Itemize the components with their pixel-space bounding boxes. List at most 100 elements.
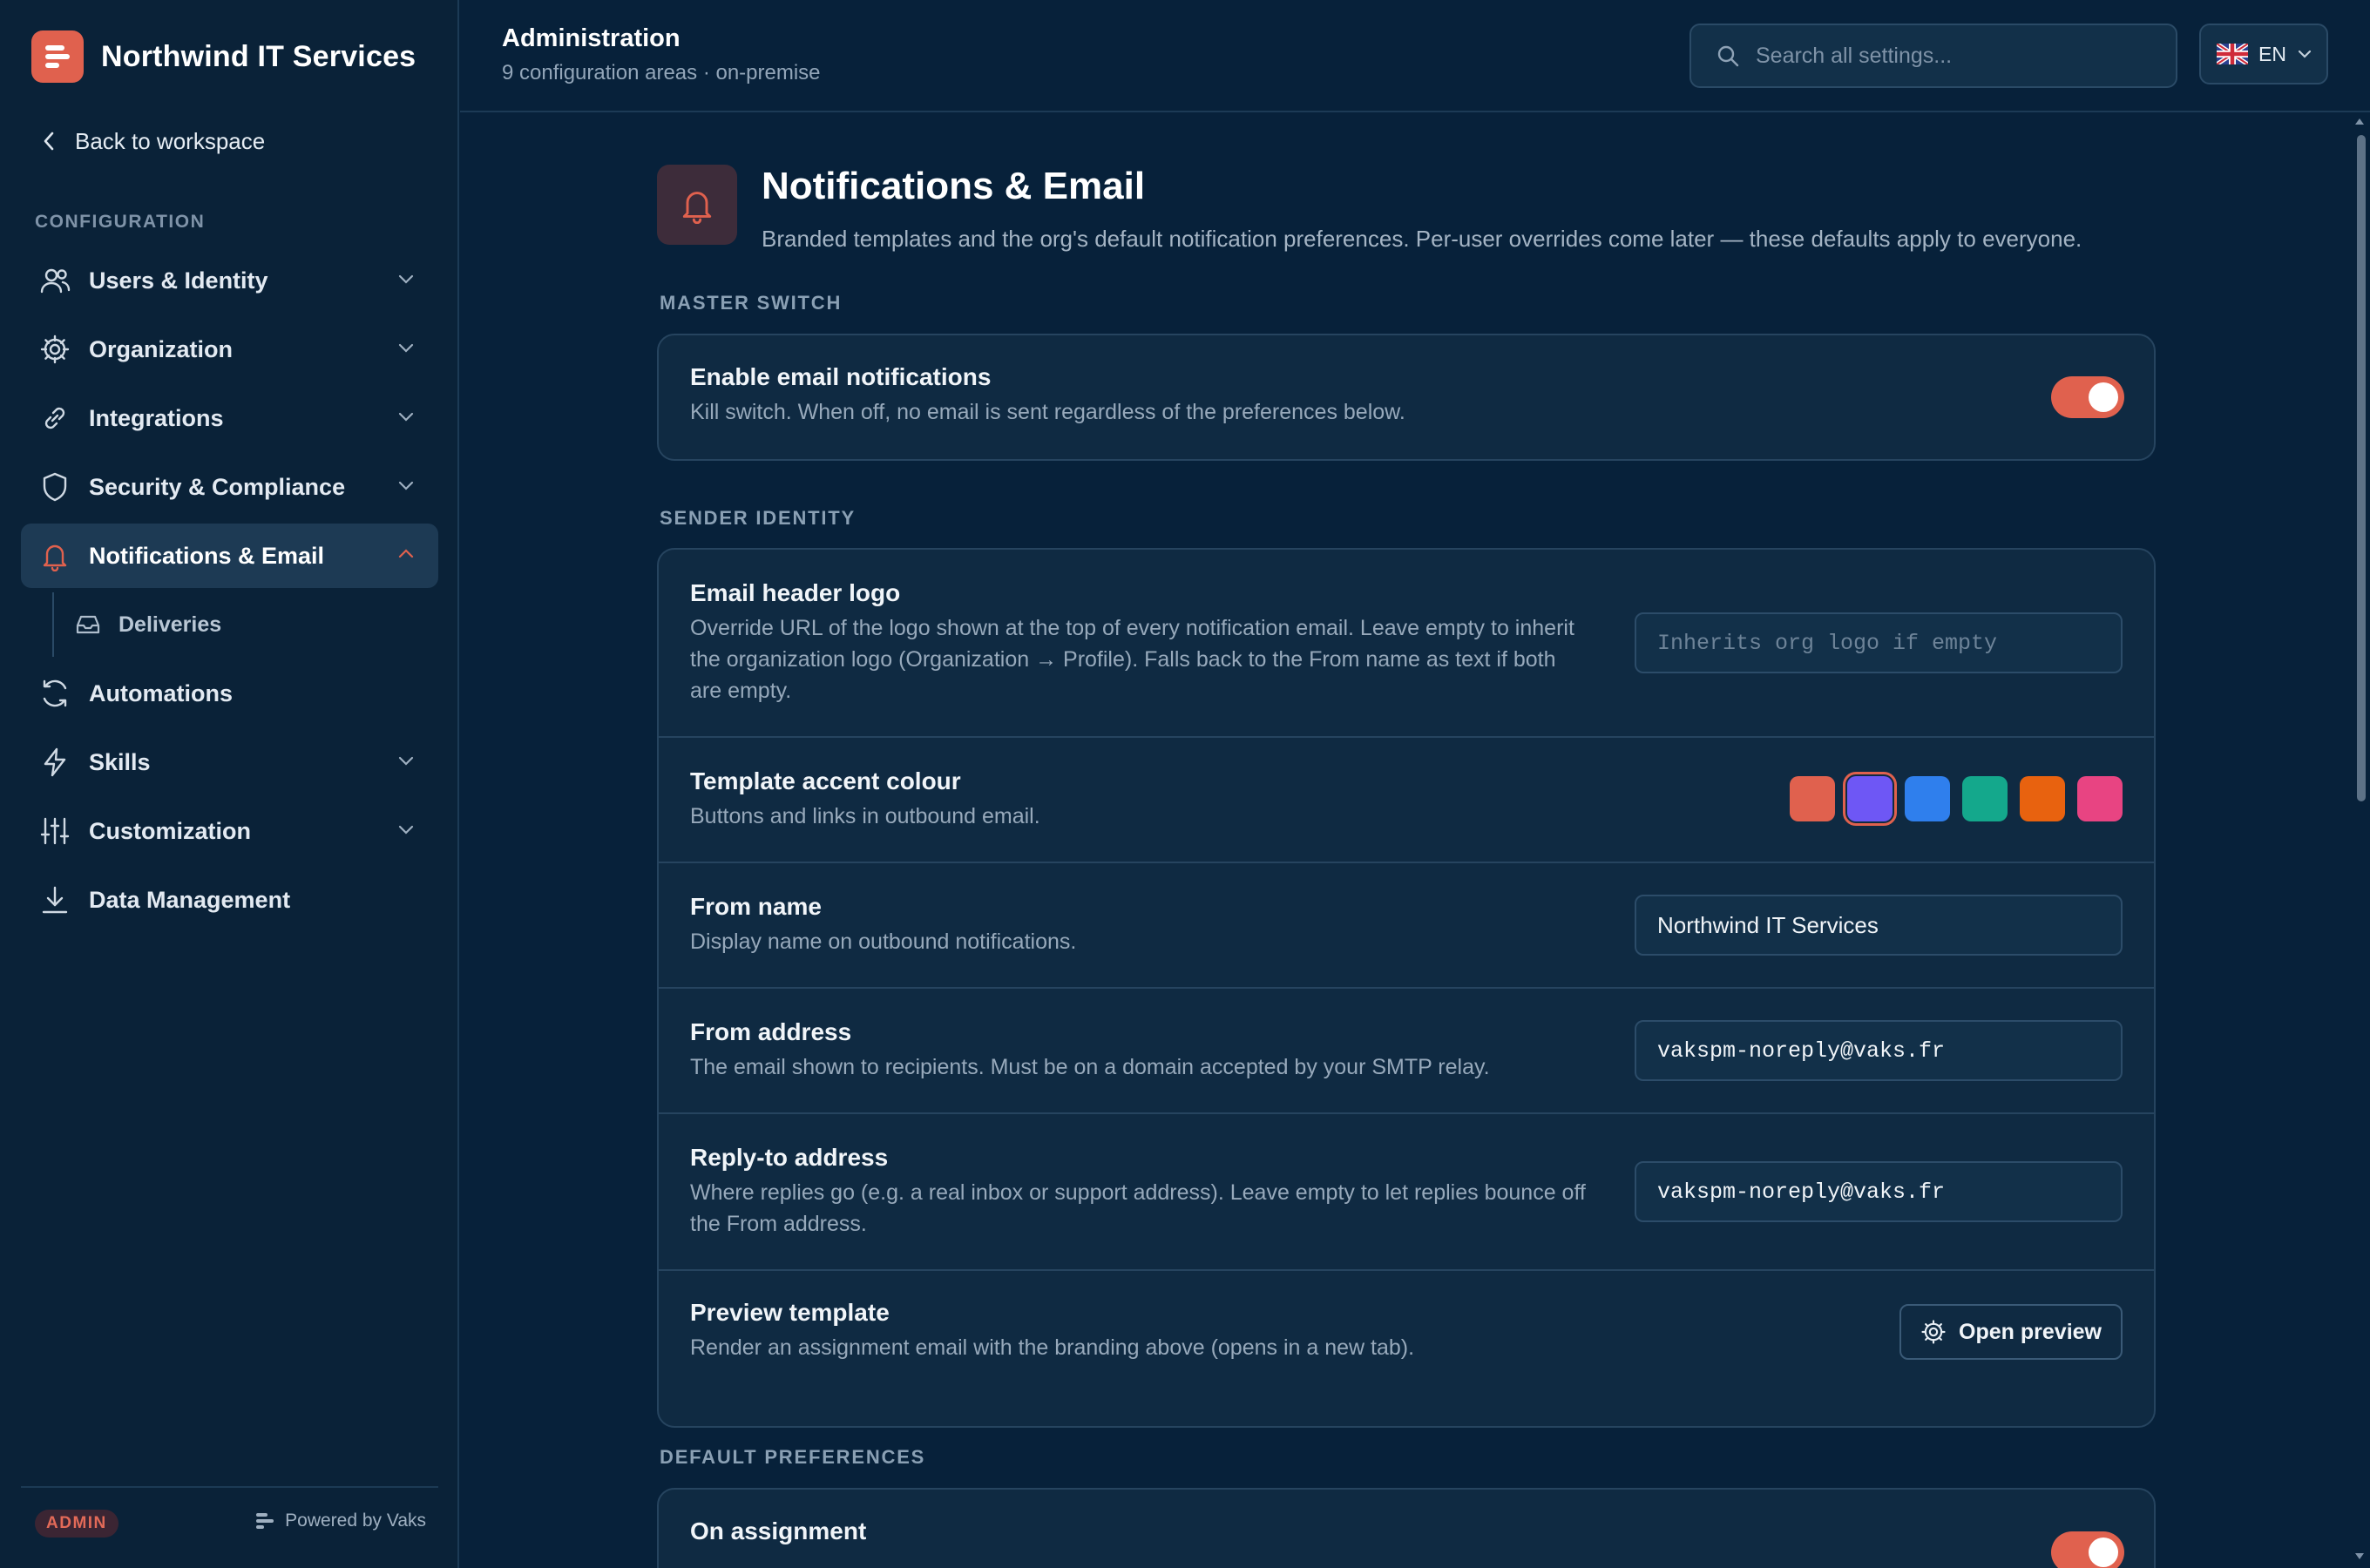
- sidebar-item-skills[interactable]: Skills: [21, 730, 438, 794]
- setting-description: Buttons and links in outbound email.: [690, 804, 1040, 828]
- swatch-teal[interactable]: [1962, 776, 2008, 821]
- bell-icon: [38, 539, 71, 572]
- sidebar-item-data-management[interactable]: Data Management: [21, 868, 438, 932]
- chevron-down-icon: [398, 343, 414, 353]
- setting-description: Where replies go (e.g. a real inbox or s…: [690, 1180, 1586, 1236]
- master-switch-section-label: MASTER SWITCH: [660, 292, 843, 314]
- sidebar-item-notifications-email[interactable]: Notifications & Email: [21, 524, 438, 588]
- search-input[interactable]: [1756, 43, 2157, 69]
- setting-description: The email shown to recipients. Must be o…: [690, 1055, 1490, 1079]
- brand-name: Northwind IT Services: [101, 39, 416, 73]
- language-selector[interactable]: EN: [2199, 24, 2328, 84]
- chevron-down-icon: [398, 481, 414, 490]
- swatch-orange[interactable]: [2020, 776, 2065, 821]
- scroll-down-arrow-icon[interactable]: [2354, 1552, 2365, 1561]
- toggle-knob: [2089, 382, 2118, 412]
- sender-identity-card: Email header logo Override URL of the lo…: [657, 548, 2156, 1428]
- link-icon: [38, 402, 71, 435]
- setting-title: On assignment: [690, 1517, 867, 1544]
- header-logo-url-input[interactable]: [1635, 612, 2123, 673]
- setting-description: Display name on outbound notifications.: [690, 929, 1077, 954]
- sidebar-item-organization[interactable]: Organization: [21, 317, 438, 382]
- sidebar-item-customization[interactable]: Customization: [21, 799, 438, 863]
- gear-icon: [1921, 1320, 1946, 1344]
- sidebar-item-label: Automations: [89, 679, 233, 706]
- setting-description: Render an assignment email with the bran…: [690, 1335, 1415, 1360]
- sidebar-item-label: Security & Compliance: [89, 473, 346, 500]
- powered-by[interactable]: Powered by Vaks: [255, 1511, 426, 1531]
- topbar: Administration 9 configuration areas · o…: [460, 0, 2370, 112]
- page-title: Notifications & Email: [762, 165, 1146, 207]
- swatch-pink[interactable]: [2077, 776, 2123, 821]
- brand[interactable]: Northwind IT Services: [31, 30, 416, 83]
- setting-title: Reply-to address: [690, 1144, 889, 1171]
- inbox-icon: [75, 612, 101, 638]
- chevron-down-icon: [398, 825, 414, 835]
- users-icon: [38, 264, 71, 297]
- sidebar-item-automations[interactable]: Automations: [21, 661, 438, 726]
- setting-row-accent-colour: Template accent colour Buttons and links…: [659, 738, 2154, 863]
- sidebar-item-label: Skills: [89, 748, 151, 775]
- setting-description: Kill switch. When off, no email is sent …: [690, 400, 1405, 424]
- from-name-input[interactable]: [1635, 895, 2123, 956]
- sidebar-footer-divider: [21, 1486, 438, 1488]
- sidebar-item-label: Data Management: [89, 886, 291, 913]
- scroll-up-arrow-icon[interactable]: [2354, 117, 2365, 125]
- admin-role-badge: ADMIN: [35, 1510, 118, 1538]
- accent-colour-swatches: [1778, 772, 2123, 826]
- from-address-input[interactable]: [1635, 1020, 2123, 1081]
- chevron-down-icon: [398, 412, 414, 422]
- setting-title: From address: [690, 1018, 852, 1045]
- default-preferences-card: On assignment: [657, 1488, 2156, 1568]
- refresh-icon: [38, 677, 71, 710]
- enable-email-toggle[interactable]: [2051, 376, 2124, 418]
- swatch-violet[interactable]: [1843, 772, 1897, 826]
- sidebar: Northwind IT Services Back to workspace …: [0, 0, 459, 1568]
- powered-by-label: Powered by Vaks: [285, 1511, 426, 1531]
- default-preferences-section-label: DEFAULT PREFERENCES: [660, 1446, 926, 1468]
- setting-title: Preview template: [690, 1299, 890, 1326]
- page-context-subtitle: 9 configuration areas · on-premise: [502, 61, 821, 84]
- sidebar-subitem-deliveries[interactable]: Deliveries: [52, 592, 438, 657]
- sidebar-item-integrations[interactable]: Integrations: [21, 386, 438, 450]
- page-context-title: Administration: [502, 24, 681, 52]
- swatch-blue[interactable]: [1905, 776, 1950, 821]
- setting-row-from-name: From name Display name on outbound notif…: [659, 863, 2154, 989]
- open-preview-button[interactable]: Open preview: [1899, 1304, 2123, 1360]
- setting-title: Template accent colour: [690, 767, 961, 794]
- back-link-label: Back to workspace: [75, 127, 266, 154]
- settings-search[interactable]: [1689, 24, 2177, 88]
- setting-row: Enable email notifications Kill switch. …: [659, 335, 2154, 459]
- on-assignment-toggle[interactable]: [2051, 1531, 2124, 1568]
- sidebar-item-users-identity[interactable]: Users & Identity: [21, 248, 438, 313]
- sidebar-item-security-compliance[interactable]: Security & Compliance: [21, 455, 438, 519]
- scrollbar-thumb[interactable]: [2357, 135, 2366, 801]
- back-to-workspace-link[interactable]: Back to workspace: [42, 124, 265, 159]
- reply-to-input[interactable]: [1635, 1161, 2123, 1222]
- brand-logo-icon: [31, 30, 84, 83]
- chevron-left-icon: [44, 132, 54, 151]
- setting-description: Override URL of the logo shown at the to…: [690, 616, 1574, 703]
- setting-title: Email header logo: [690, 579, 901, 606]
- configuration-section-label: CONFIGURATION: [35, 212, 206, 232]
- sliders-icon: [38, 814, 71, 848]
- chevron-down-icon: [2297, 46, 2312, 62]
- setting-row-reply-to: Reply-to address Where replies go (e.g. …: [659, 1114, 2154, 1271]
- search-icon: [1717, 45, 1739, 67]
- sidebar-item-label: Integrations: [89, 404, 224, 431]
- shield-icon: [38, 470, 71, 504]
- sidebar-item-label: Organization: [89, 335, 234, 362]
- setting-row-preview-template: Preview template Render an assignment em…: [659, 1271, 2154, 1395]
- language-label: EN: [2258, 42, 2286, 65]
- vaks-logo-icon: [256, 1513, 274, 1529]
- sidebar-item-label: Users & Identity: [89, 267, 268, 294]
- sidebar-item-label: Customization: [89, 817, 251, 844]
- setting-row-on-assignment: On assignment: [659, 1490, 2154, 1568]
- open-preview-label: Open preview: [1959, 1319, 2102, 1344]
- download-icon: [38, 883, 71, 916]
- page-description: Branded templates and the org's default …: [762, 226, 2082, 252]
- swatch-coral[interactable]: [1790, 776, 1835, 821]
- bell-icon: [657, 165, 737, 245]
- main-content: Notifications & Email Branded templates …: [460, 114, 2370, 1568]
- chevron-up-icon: [398, 549, 414, 558]
